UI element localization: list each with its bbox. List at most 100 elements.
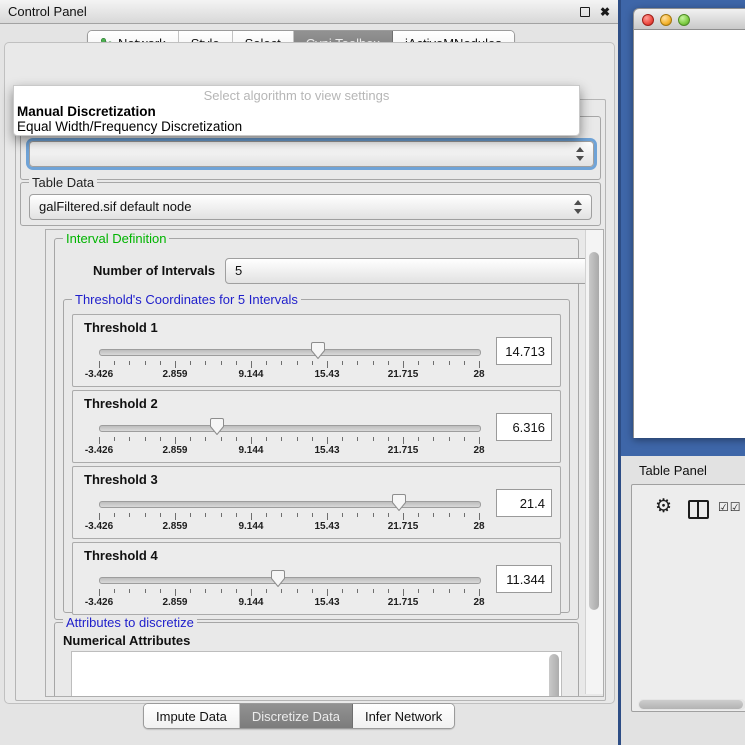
slider-tick (479, 437, 480, 444)
slider-tick (281, 513, 282, 517)
slider-tick (418, 361, 419, 365)
slider-tick (403, 361, 404, 368)
numerical-attributes-list[interactable] (71, 651, 562, 697)
algorithm-option-equal-width[interactable]: Equal Width/Frequency Discretization (17, 119, 242, 134)
slider-tick (190, 437, 191, 441)
combo-stepper-icon (574, 199, 583, 215)
slider-tick (190, 361, 191, 365)
slider-tick (357, 361, 358, 365)
slider-tick (175, 361, 176, 368)
slider-tick (357, 513, 358, 517)
slider-tick (236, 437, 237, 441)
slider-tick (433, 513, 434, 517)
slider-tick-label: 21.715 (388, 445, 419, 456)
slider-tick (388, 437, 389, 441)
slider-tick (266, 513, 267, 517)
mac-close-icon[interactable] (642, 14, 654, 26)
table-data-group: Table Data galFiltered.sif default node (20, 182, 601, 226)
table-hscrollbar[interactable] (638, 699, 745, 710)
slider-track[interactable] (99, 501, 481, 508)
settings-scrollbar[interactable] (585, 230, 603, 694)
cyni-mode-tabs: Impute DataDiscretize DataInfer Network (143, 703, 455, 729)
slider-tick (266, 361, 267, 365)
discretize-settings-panel: Discretization Algorithm Table Data galF… (15, 99, 606, 701)
cyni-toolbox-panel: Discretization Algorithm Table Data galF… (4, 42, 615, 704)
slider-tick (449, 437, 450, 441)
slider-handle[interactable] (391, 493, 407, 512)
window-title: Control Panel (8, 4, 87, 19)
slider-tick (418, 437, 419, 441)
slider-tick (312, 513, 313, 517)
slider-tick (479, 589, 480, 596)
slider-tick-label: 9.144 (238, 521, 263, 532)
threshold-label: Threshold 2 (84, 396, 158, 411)
threshold-value-field[interactable]: 6.316 (496, 413, 552, 441)
slider-tick-label: 28 (473, 597, 484, 608)
mac-minimize-icon[interactable] (660, 14, 672, 26)
slider-tick (145, 361, 146, 365)
tab-discretize-data[interactable]: Discretize Data (240, 704, 353, 728)
slider-track[interactable] (99, 577, 481, 584)
thresholds-group: Threshold's Coordinates for 5 Intervals … (63, 299, 570, 613)
slider-tick (464, 513, 465, 517)
slider-tick (327, 437, 328, 444)
slider-tick-label: 2.859 (162, 445, 187, 456)
slider-tick (281, 361, 282, 365)
slider-tick-label: 28 (473, 521, 484, 532)
threshold-value-field[interactable]: 14.713 (496, 337, 552, 365)
threshold-value-field[interactable]: 11.344 (496, 565, 552, 593)
number-of-intervals-value: 5 (235, 263, 242, 278)
tab-impute-data[interactable]: Impute Data (144, 704, 240, 728)
threshold-value-field[interactable]: 21.4 (496, 489, 552, 517)
network-canvas[interactable] (633, 30, 745, 438)
slider-handle[interactable] (270, 569, 286, 588)
number-of-intervals-combobox[interactable]: 5 (225, 258, 604, 284)
slider-tick-label: -3.426 (85, 597, 113, 608)
slider-tick-label: 15.43 (314, 521, 339, 532)
slider-tick (449, 361, 450, 365)
list-scrollbar[interactable] (549, 654, 559, 697)
slider-tick (205, 589, 206, 593)
close-icon[interactable]: ✖ (598, 5, 612, 19)
slider-track[interactable] (99, 349, 481, 356)
threshold-panel-1: Threshold 1-3.4262.8599.14415.4321.71528… (72, 314, 561, 387)
tab-infer-network[interactable]: Infer Network (353, 704, 454, 728)
float-window-icon[interactable] (578, 5, 592, 19)
control-panel-titlebar: Control Panel ✖ (0, 0, 618, 24)
slider-handle[interactable] (209, 417, 225, 436)
slider-tick-label: 9.144 (238, 597, 263, 608)
threshold-label: Threshold 3 (84, 472, 158, 487)
table-data-combobox[interactable]: galFiltered.sif default node (29, 194, 592, 220)
slider-tick (281, 589, 282, 593)
threshold-panel-3: Threshold 3-3.4262.8599.14415.4321.71528… (72, 466, 561, 539)
slider-tick (114, 513, 115, 517)
slider-tick (266, 589, 267, 593)
slider-tick-label: 2.859 (162, 597, 187, 608)
slider-tick (464, 437, 465, 441)
slider-tick (160, 513, 161, 517)
slider-tick (175, 589, 176, 596)
slider-tick (114, 437, 115, 441)
slider-tick-label: 21.715 (388, 597, 419, 608)
screen: Control Panel ✖ NetworkStyleSelectCyni T… (0, 0, 745, 745)
slider-track[interactable] (99, 425, 481, 432)
slider-tick (464, 589, 465, 593)
gear-icon[interactable]: ⚙ (655, 497, 672, 517)
slider-tick (129, 361, 130, 365)
split-view-icon[interactable] (688, 500, 709, 519)
mac-zoom-icon[interactable] (678, 14, 690, 26)
slider-tick (236, 361, 237, 365)
slider-tick (221, 437, 222, 441)
numerical-attributes-label: Numerical Attributes (63, 633, 190, 648)
slider-tick (175, 513, 176, 520)
slider-tick (312, 437, 313, 441)
slider-tick (129, 437, 130, 441)
algorithm-dropdown-popup: Select algorithm to view settings Manual… (13, 85, 580, 136)
slider-tick (433, 589, 434, 593)
select-columns-icon[interactable]: ☑☑ (718, 500, 742, 514)
algorithm-option-manual[interactable]: Manual Discretization (17, 104, 156, 119)
algorithm-combobox[interactable] (29, 141, 594, 167)
slider-tick (327, 361, 328, 368)
slider-handle[interactable] (310, 341, 326, 360)
slider-tick-label: -3.426 (85, 445, 113, 456)
